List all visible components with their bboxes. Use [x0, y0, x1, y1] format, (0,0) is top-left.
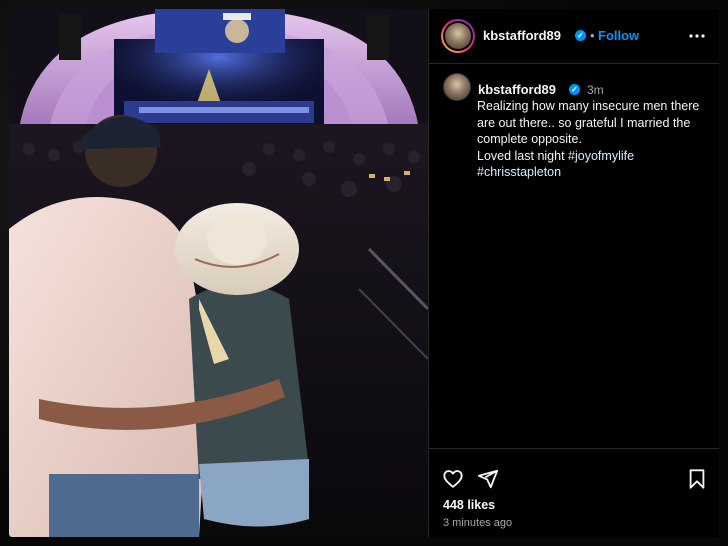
- concert-photo-illustration: [9, 9, 428, 537]
- post-timestamp[interactable]: 3 minutes ago: [443, 517, 512, 529]
- post-caption: Realizing how many insecure men there ar…: [477, 98, 713, 181]
- post-sidebar: kbstafford89 ✓ • Follow kbstafford89 ✓ 3…: [428, 9, 719, 537]
- instagram-post: kbstafford89 ✓ • Follow kbstafford89 ✓ 3…: [9, 9, 719, 537]
- bookmark-icon[interactable]: [686, 468, 708, 490]
- send-icon[interactable]: [477, 468, 499, 490]
- avatar[interactable]: [441, 19, 475, 53]
- caption-avatar[interactable]: [443, 73, 471, 101]
- separator-dot: •: [590, 28, 595, 43]
- verified-badge-icon: ✓: [575, 30, 586, 41]
- caption-verified-badge-icon: ✓: [569, 84, 580, 95]
- hashtag-link[interactable]: #joyofmylife: [568, 149, 634, 163]
- caption-line: Loved last night #joyofmylife: [477, 148, 713, 165]
- header-username[interactable]: kbstafford89: [483, 28, 561, 43]
- follow-button[interactable]: Follow: [598, 28, 639, 43]
- heart-icon[interactable]: [442, 468, 464, 490]
- caption-line: complete opposite.: [477, 132, 582, 146]
- caption-time: 3m: [587, 83, 604, 97]
- caption-text: Loved last night: [477, 148, 569, 163]
- post-photo[interactable]: [9, 9, 428, 537]
- likes-count[interactable]: 448 likes: [443, 498, 495, 512]
- caption-line: are out there.. so grateful I married th…: [477, 115, 691, 130]
- hashtag-link[interactable]: #chrisstapleton: [477, 165, 561, 179]
- post-actions: 448 likes 3 minutes ago: [429, 448, 719, 537]
- more-horizontal-icon[interactable]: [688, 27, 706, 45]
- caption-line: Realizing how many insecure men there: [477, 99, 700, 113]
- post-header: kbstafford89 ✓ • Follow: [429, 9, 719, 64]
- caption-username[interactable]: kbstafford89: [478, 82, 556, 97]
- caption-line: #chrisstapleton: [477, 164, 713, 181]
